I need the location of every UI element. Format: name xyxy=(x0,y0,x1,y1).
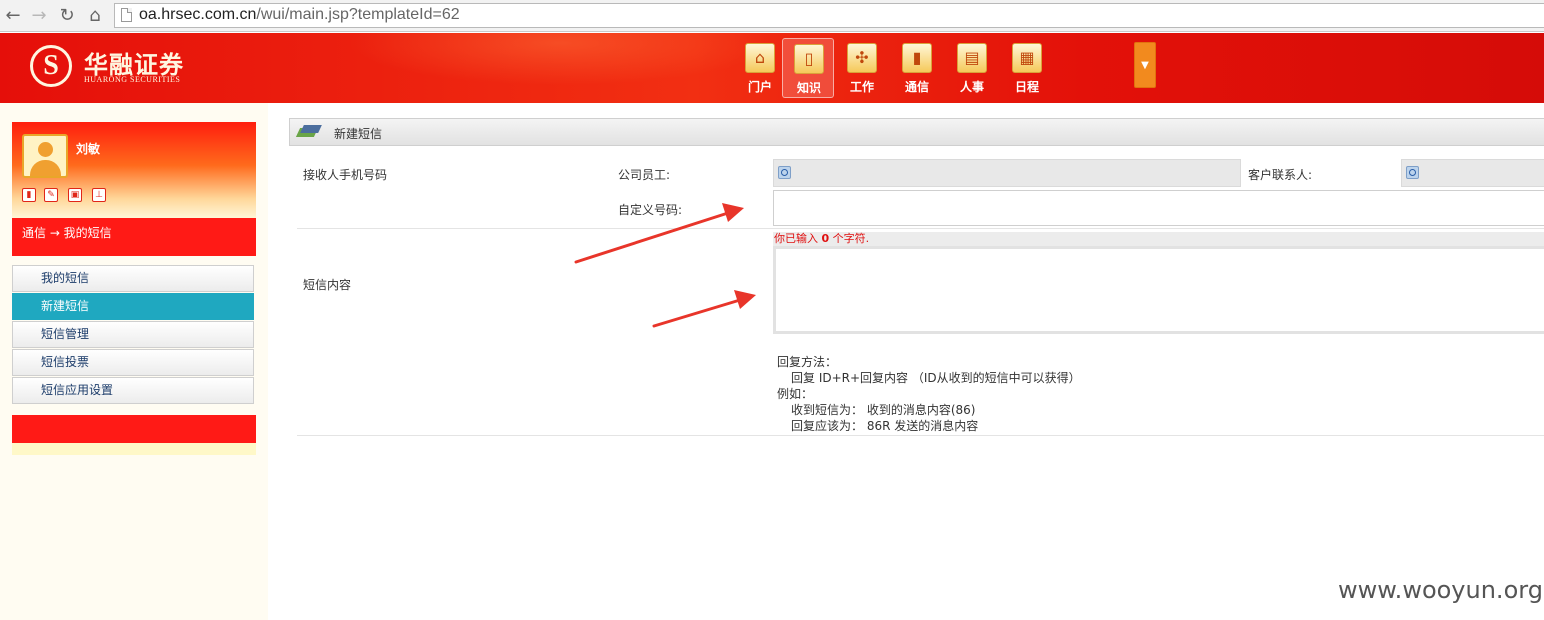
org-chart-icon[interactable]: ⊥ xyxy=(92,188,106,202)
contact-picker-field[interactable] xyxy=(1401,159,1544,187)
sms-folder-icon xyxy=(295,124,322,140)
nav-item-schedule[interactable]: ▦ 日程 xyxy=(1001,38,1053,98)
back-arrow-icon[interactable]: ← xyxy=(2,5,24,27)
sidebar-footer-bar xyxy=(12,415,256,443)
employee-picker-field[interactable] xyxy=(773,159,1241,187)
content-label: 短信内容 xyxy=(303,278,352,292)
home-icon[interactable]: ⌂ xyxy=(84,5,106,27)
page-icon xyxy=(121,8,132,22)
row-divider xyxy=(297,228,1544,229)
address-bar[interactable]: oa.hrsec.com.cn/wui/main.jsp?templateId=… xyxy=(114,3,1544,28)
search-icon[interactable] xyxy=(1406,166,1419,179)
grid-icon: ✣ xyxy=(847,43,877,73)
sidebar-footer-band xyxy=(12,443,256,455)
lock-icon[interactable]: ▣ xyxy=(68,188,82,202)
sidebar-item-sms-management[interactable]: 短信管理 xyxy=(12,321,254,348)
breadcrumb: 通信 → 我的短信 xyxy=(12,218,256,256)
contact-label: 客户联系人: xyxy=(1248,168,1313,182)
bookmark-icon[interactable]: ▮ xyxy=(22,188,36,202)
sidebar-item-sms-settings[interactable]: 短信应用设置 xyxy=(12,377,254,404)
custom-number-input[interactable] xyxy=(773,190,1544,226)
app-header: 华融证券 HUARONG SECURITIES ⌂ 门户 ▯ 知识 ✣ 工作 ▮… xyxy=(0,33,1544,103)
watermark: www.wooyun.org xyxy=(1338,576,1543,604)
browser-toolbar: ← → ↻ ⌂ oa.hrsec.com.cn/wui/main.jsp?tem… xyxy=(0,0,1544,32)
page-title: 新建短信 xyxy=(334,127,383,141)
sidebar-item-new-sms[interactable]: 新建短信 xyxy=(12,293,254,320)
annotation-arrow-icon xyxy=(652,290,756,328)
huarong-logo-icon xyxy=(30,45,72,87)
sms-content-textarea[interactable] xyxy=(773,246,1544,334)
url-text: oa.hrsec.com.cn/wui/main.jsp?templateId=… xyxy=(139,6,460,23)
more-menu-button[interactable]: ▼ xyxy=(1134,42,1156,88)
user-name[interactable]: 刘敏 xyxy=(76,140,100,157)
forward-arrow-icon[interactable]: → xyxy=(28,5,50,27)
nav-item-hr[interactable]: ▤ 人事 xyxy=(946,38,998,98)
user-profile-panel: 刘敏 ▮ ✎ ▣ ⊥ xyxy=(12,122,256,218)
calendar-icon: ▦ xyxy=(1012,43,1042,73)
logo-subtitle: HUARONG SECURITIES xyxy=(84,75,181,84)
char-counter: 你已输入 0 个字符. xyxy=(773,232,1544,246)
nav-item-communication[interactable]: ▮ 通信 xyxy=(891,38,943,98)
search-icon[interactable] xyxy=(778,166,791,179)
document-icon: ▤ xyxy=(957,43,987,73)
nav-item-knowledge[interactable]: ▯ 知识 xyxy=(782,38,834,98)
recipient-label: 接收人手机号码 xyxy=(303,168,388,182)
sidebar-item-sms-vote[interactable]: 短信投票 xyxy=(12,349,254,376)
employee-label: 公司员工: xyxy=(618,168,671,182)
nav-item-portal[interactable]: ⌂ 门户 xyxy=(734,38,786,98)
form-bottom-divider xyxy=(297,435,1544,436)
sidebar: 刘敏 ▮ ✎ ▣ ⊥ 通信 → 我的短信 我的短信 新建短信 短信管理 短信投票… xyxy=(0,103,268,620)
book-icon: ▯ xyxy=(794,44,824,74)
sidebar-menu: 我的短信 新建短信 短信管理 短信投票 短信应用设置 xyxy=(12,265,254,405)
reload-icon[interactable]: ↻ xyxy=(56,5,78,27)
page-title-bar: 新建短信 xyxy=(289,118,1544,146)
edit-icon[interactable]: ✎ xyxy=(44,188,58,202)
sidebar-item-my-sms[interactable]: 我的短信 xyxy=(12,265,254,292)
phone-icon: ▮ xyxy=(902,43,932,73)
custom-number-label: 自定义号码: xyxy=(618,203,683,217)
caret-down-icon: ▼ xyxy=(1141,60,1149,71)
reply-help-text: 回复方法： 回复 ID+R+回复内容 （ID从收到的短信中可以获得） 例如： 收… xyxy=(777,355,1081,433)
house-icon: ⌂ xyxy=(745,43,775,73)
avatar[interactable] xyxy=(22,134,68,178)
nav-item-work[interactable]: ✣ 工作 xyxy=(836,38,888,98)
